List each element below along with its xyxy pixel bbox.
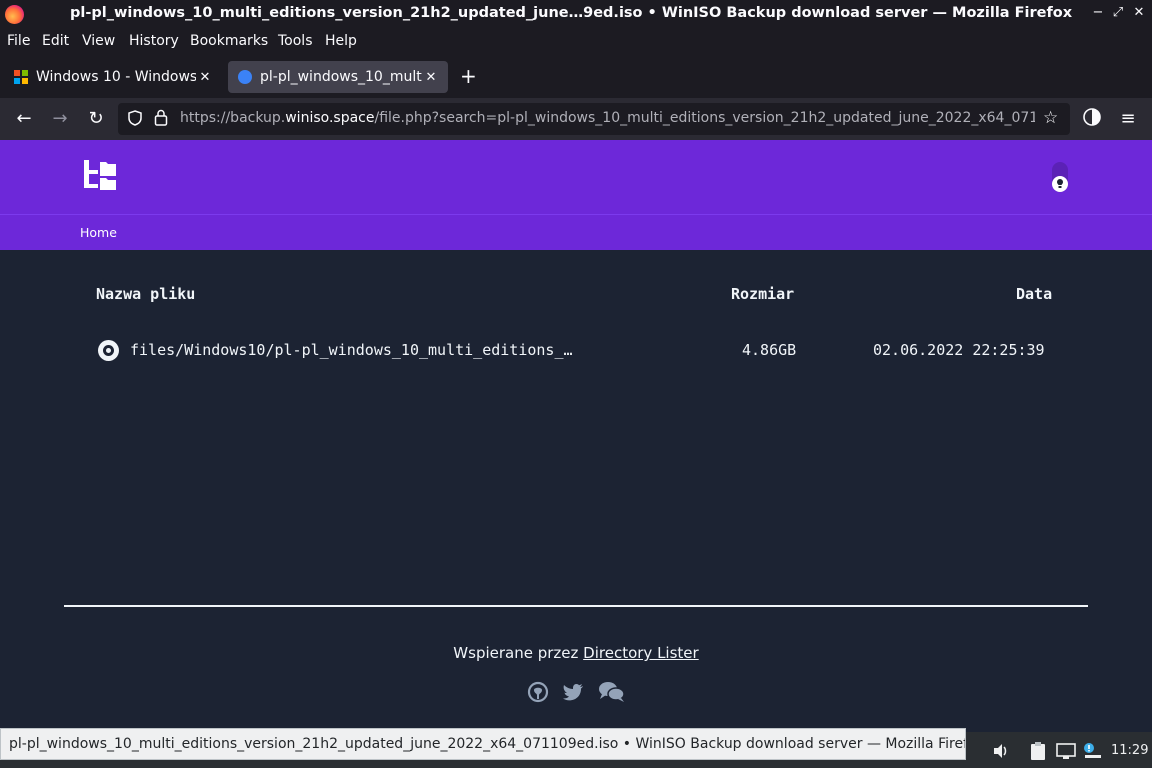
hamburger-menu-icon[interactable]: ≡ — [1116, 107, 1140, 131]
menu-help[interactable]: Help — [325, 33, 357, 49]
site-header — [0, 140, 1152, 214]
close-tab-icon[interactable]: ✕ — [422, 70, 440, 85]
maximize-icon[interactable]: ⤢ — [1110, 5, 1126, 20]
footer-powered-by: Wspierane przez Directory Lister — [453, 644, 699, 662]
github-icon[interactable] — [527, 681, 549, 703]
bookmark-star-icon[interactable]: ☆ — [1043, 108, 1058, 128]
new-tab-button[interactable]: + — [460, 64, 477, 88]
menu-edit[interactable]: Edit — [42, 33, 69, 49]
directory-lister-link[interactable]: Directory Lister — [583, 644, 699, 662]
winiso-favicon-icon — [238, 70, 252, 84]
url-text[interactable]: https://backup.winiso.space/file.php?sea… — [180, 110, 1035, 126]
reload-button[interactable]: ↻ — [84, 107, 108, 131]
menu-file[interactable]: File — [7, 33, 30, 49]
window-tooltip: pl-pl_windows_10_multi_editions_version_… — [0, 728, 966, 760]
twitter-icon[interactable] — [562, 681, 584, 703]
tab-bar: Windows 10 - Windows D ✕ pl-pl_windows_1… — [0, 54, 1152, 98]
menu-history[interactable]: History — [129, 33, 179, 49]
window-titlebar: pl-pl_windows_10_multi_editions_version_… — [0, 0, 1152, 30]
taskbar-clock[interactable]: 11:29 — [1111, 743, 1148, 758]
notification-icon[interactable] — [1082, 742, 1104, 760]
navigation-bar: ← → ↻ https://backup.winiso.space/file.p… — [0, 98, 1152, 140]
column-header-date[interactable]: Data — [1016, 285, 1052, 303]
menu-bar: File Edit View History Bookmarks Tools H… — [0, 30, 1152, 54]
breadcrumb: Home — [0, 214, 1152, 250]
back-button[interactable]: ← — [12, 107, 36, 131]
theme-toggle-icon[interactable] — [1049, 162, 1071, 194]
directory-lister-logo-icon[interactable] — [84, 160, 118, 192]
file-size: 4.86GB — [742, 341, 797, 359]
lock-icon[interactable] — [154, 109, 168, 130]
tab-label: Windows 10 - Windows D — [36, 69, 196, 85]
chat-icon[interactable] — [598, 681, 626, 703]
forward-button[interactable]: → — [48, 107, 72, 131]
breadcrumb-home-link[interactable]: Home — [80, 225, 117, 240]
network-icon[interactable] — [1056, 742, 1076, 760]
extension-icon[interactable] — [1080, 107, 1104, 131]
menu-view[interactable]: View — [82, 33, 115, 49]
menu-bookmarks[interactable]: Bookmarks — [190, 33, 268, 49]
windows-favicon-icon — [14, 70, 28, 84]
minimize-icon[interactable]: − — [1090, 5, 1106, 20]
tab-winiso-file[interactable]: pl-pl_windows_10_multi_ ✕ — [228, 61, 448, 93]
close-tab-icon[interactable]: ✕ — [196, 70, 214, 85]
close-window-icon[interactable]: ✕ — [1131, 5, 1147, 20]
file-name-link[interactable]: files/Windows10/pl-pl_windows_10_multi_e… — [130, 341, 573, 359]
disc-file-icon — [98, 340, 119, 361]
column-header-name[interactable]: Nazwa pliku — [96, 285, 195, 303]
volume-icon[interactable] — [992, 742, 1008, 760]
clipboard-icon[interactable] — [1030, 742, 1046, 760]
column-header-size[interactable]: Rozmiar — [731, 285, 794, 303]
footer-divider — [64, 605, 1088, 607]
tab-label: pl-pl_windows_10_multi_ — [260, 69, 422, 85]
menu-tools[interactable]: Tools — [278, 33, 313, 49]
tab-windows10[interactable]: Windows 10 - Windows D ✕ — [4, 61, 222, 93]
file-date: 02.06.2022 22:25:39 — [873, 341, 1045, 359]
firefox-logo-icon — [5, 5, 24, 24]
url-bar[interactable]: https://backup.winiso.space/file.php?sea… — [118, 103, 1070, 135]
shield-icon[interactable] — [128, 110, 142, 130]
window-title: pl-pl_windows_10_multi_editions_version_… — [70, 5, 1073, 21]
